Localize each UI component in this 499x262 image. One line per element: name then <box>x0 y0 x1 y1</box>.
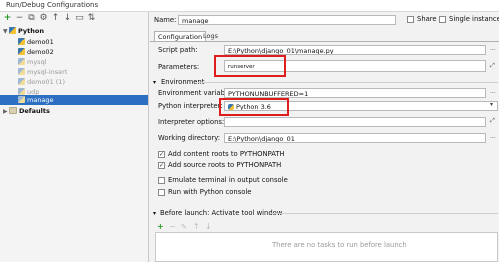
source-roots-label: Add source roots to PYTHONPATH <box>168 161 282 169</box>
python-icon <box>18 88 25 95</box>
add-task-icon[interactable]: + <box>157 222 164 231</box>
tab-logs[interactable]: Logs <box>200 31 221 41</box>
browse-working-dir-button[interactable]: ... <box>490 133 496 140</box>
name-label: Name: <box>154 16 177 24</box>
tree-item-label: manage <box>27 96 54 104</box>
chevron-down-icon[interactable]: ▾ <box>490 101 493 108</box>
tree-item-mysql[interactable]: mysql <box>18 58 47 67</box>
expand-options-icon[interactable]: ⤢ <box>490 117 495 125</box>
parameters-label: Parameters: <box>158 63 200 71</box>
python-icon <box>18 68 25 75</box>
interpreter-highlight-box <box>219 98 289 116</box>
interp-options-input[interactable] <box>224 117 486 127</box>
share-checkbox[interactable] <box>407 16 414 23</box>
python-icon <box>18 78 25 85</box>
before-launch-collapse-icon[interactable]: ▾ <box>153 209 156 218</box>
tree-item-label: demo01 <box>27 38 54 46</box>
interp-options-label: Interpreter options: <box>158 118 225 126</box>
parameters-highlight-box <box>214 55 286 77</box>
defaults-icon <box>9 107 17 114</box>
browse-env-button[interactable]: ... <box>490 88 496 95</box>
empty-task-message: There are no tasks to run before launch <box>272 241 407 249</box>
script-path-input[interactable]: E:\Python\django_01\manage.py <box>224 45 486 55</box>
move-up-icon[interactable]: ↑ <box>51 14 60 23</box>
tree-item-label: udp <box>27 88 40 96</box>
emulate-terminal-label: Emulate terminal in output console <box>168 176 288 184</box>
sort-icon[interactable]: ⇅ <box>87 14 96 23</box>
tree-item-manage[interactable]: manage <box>18 96 54 105</box>
folder-icon[interactable]: ▭ <box>75 14 84 23</box>
remove-task-icon[interactable]: − <box>169 222 176 231</box>
content-roots-label: Add content roots to PYTHONPATH <box>168 150 285 158</box>
python-icon <box>9 27 16 34</box>
copy-icon[interactable]: ⧉ <box>27 14 36 23</box>
python-icon <box>18 96 25 103</box>
before-launch-header: Before launch: Activate tool window <box>160 209 283 217</box>
tree-item-demo02[interactable]: demo02 <box>18 48 54 57</box>
emulate-terminal-checkbox[interactable] <box>158 177 165 184</box>
environment-separator <box>198 82 498 83</box>
settings-icon[interactable]: ⚙ <box>39 14 48 23</box>
tab-configuration[interactable]: Configuration <box>154 31 207 41</box>
window-title: Run/Debug Configurations <box>6 1 99 9</box>
tree-group-label: Python <box>18 27 44 35</box>
share-label: Share <box>417 15 437 23</box>
content-roots-checkbox[interactable]: ✓ <box>158 151 165 158</box>
remove-icon[interactable]: − <box>15 14 24 23</box>
python-console-label: Run with Python console <box>168 188 252 196</box>
tree-group-defaults[interactable]: ▶ Defaults <box>3 107 50 116</box>
working-dir-input[interactable]: E:\Python\django_01 <box>224 133 486 143</box>
move-task-up-icon[interactable]: ↑ <box>193 222 200 231</box>
tree-group-label: Defaults <box>19 107 50 115</box>
tab-divider <box>150 41 499 42</box>
working-dir-label: Working directory: <box>158 134 221 142</box>
before-launch-separator <box>270 213 498 214</box>
add-icon[interactable]: + <box>3 14 12 23</box>
tree-item-demo01[interactable]: demo01 <box>18 38 54 47</box>
expand-parameters-icon[interactable]: ⤢ <box>490 62 495 70</box>
tree-item-label: demo02 <box>27 48 54 56</box>
edit-task-icon[interactable]: ✎ <box>181 223 187 231</box>
python-icon <box>18 58 25 65</box>
move-task-down-icon[interactable]: ↓ <box>205 222 212 231</box>
tree-item-label: mysql-insert <box>27 68 68 76</box>
tree-group-python[interactable]: ▼ Python <box>3 27 44 36</box>
move-down-icon[interactable]: ↓ <box>63 14 72 23</box>
environment-collapse-icon[interactable]: ▾ <box>153 78 156 87</box>
browse-script-button[interactable]: ... <box>490 45 496 52</box>
tree-item-label: mysql <box>27 58 47 66</box>
script-path-label: Script path: <box>158 46 198 54</box>
single-instance-label: Single instance onl <box>449 15 499 23</box>
tree-item-label: demo01 (1) <box>27 78 65 86</box>
python-icon <box>18 48 25 55</box>
env-vars-input[interactable]: PYTHONUNBUFFERED=1 <box>224 88 486 98</box>
source-roots-checkbox[interactable]: ✓ <box>158 162 165 169</box>
python-icon <box>18 38 25 45</box>
tree-item-demo01-1[interactable]: demo01 (1) <box>18 78 65 87</box>
python-console-checkbox[interactable] <box>158 189 165 196</box>
name-input[interactable]: manage <box>178 15 396 25</box>
tree-item-mysql-insert[interactable]: mysql-insert <box>18 68 67 77</box>
single-instance-checkbox[interactable] <box>439 16 446 23</box>
interpreter-label: Python interpreter: <box>158 102 223 110</box>
window-titlebar: Run/Debug Configurations <box>0 0 499 12</box>
